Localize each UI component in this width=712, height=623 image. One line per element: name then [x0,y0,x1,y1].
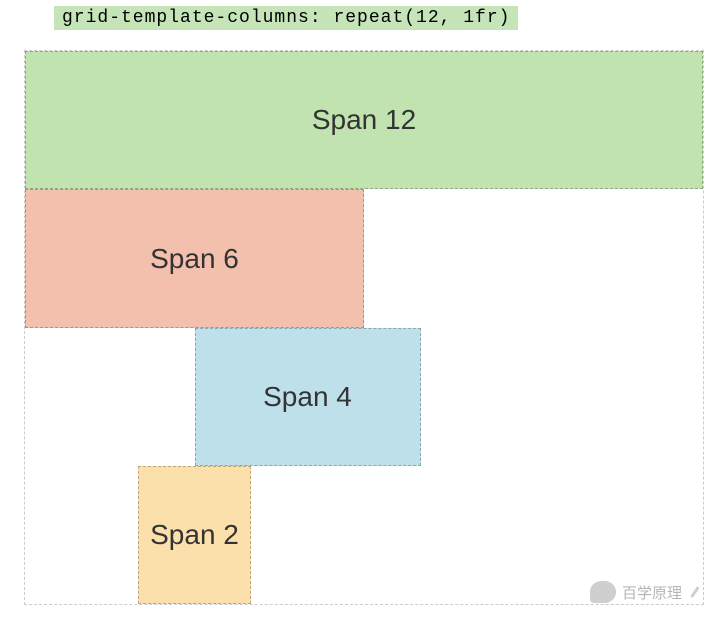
wechat-icon [590,581,616,603]
grid-cell-span-12: Span 12 [25,51,703,189]
css-code-strip: grid-template-columns: repeat(12, 1fr) [54,6,518,30]
pen-icon [688,585,702,599]
watermark-label: 百学原理 [622,582,682,603]
grid-cell-span-2: Span 2 [138,466,251,604]
watermark: 百学原理 [590,581,702,603]
grid-cell-span-4: Span 4 [195,328,421,466]
grid-canvas: Span 12 Span 6 Span 4 Span 2 [24,50,704,605]
grid-cell-span-6: Span 6 [25,189,364,327]
